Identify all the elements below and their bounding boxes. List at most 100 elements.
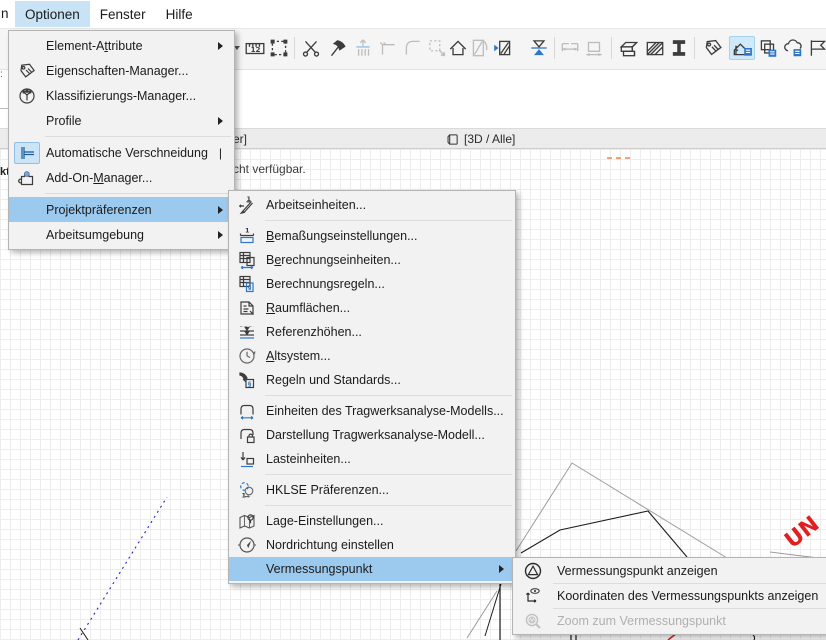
toolbar-separator [611,37,612,59]
structural-display-icon [229,425,265,445]
hatch-button[interactable] [643,36,667,60]
menu-item-element-attribute[interactable]: Element-Attribute [9,33,234,58]
profile-ibeam-button[interactable] [667,36,691,60]
menu-item-legacy[interactable]: Altsystem... [229,344,515,368]
load-units-icon [229,449,265,469]
north-compass-icon [229,535,265,555]
dimension-linear-button[interactable] [558,36,582,60]
menu-item-project-preferences[interactable]: Projektpräferenzen [9,197,234,222]
copy-properties-button[interactable] [756,36,780,60]
status-message-partial: cht verfügbar. [233,162,306,176]
menu-item-reference-levels[interactable]: Referenzhöhen... [229,320,515,344]
door-button[interactable] [468,36,492,60]
menu-separator [553,583,826,584]
menu-item-show-survey-point[interactable]: Vermessungspunkt anzeigen [513,560,826,582]
menubar-item-optionen[interactable]: Optionen [15,1,90,27]
calculation-units-icon [229,250,265,270]
tab-3d-label: [3D / Alle] [464,132,515,146]
menu-item-zoom-to-survey-point[interactable]: Zoom zum Vermessungspunkt [513,610,826,632]
auto-intersection-icon [14,142,40,164]
menu-item-structural-analysis-display[interactable]: Darstellung Tragwerksanalyse-Modell... [229,423,515,447]
dimension-settings-icon: 1 [229,226,265,246]
svg-text:1: 1 [242,492,247,500]
toolbar-separator [294,37,295,59]
menubar-item-fenster[interactable]: Fenster [90,1,156,27]
menu-item-load-units[interactable]: Lasteinheiten... [229,447,515,471]
toolbar-separator [694,37,695,59]
menu-item-working-units[interactable]: 1 Arbeitseinheiten... [229,193,515,217]
tag-button[interactable] [701,36,725,60]
red-site-label: UN [780,512,824,554]
trim-corner-button[interactable] [376,36,400,60]
svg-text:1: 1 [245,227,250,235]
merge-elements-button[interactable] [527,36,551,60]
split-panel-button[interactable] [491,36,515,60]
project-preferences-submenu: 1 Arbeitseinheiten... 1 Bemaßungseinstel… [228,190,516,584]
flag-button[interactable] [806,36,826,60]
3d-box-icon [446,133,459,146]
gray-roof-outline[interactable] [516,463,727,558]
classification-tree-icon [9,86,45,106]
brick-construction-button[interactable] [617,36,641,60]
dimension-units-button[interactable]: 12 [243,36,267,60]
submenu-arrow-icon [218,42,234,50]
menu-item-structural-analysis-units[interactable]: Einheiten des Tragwerksanalyse-Modells..… [229,399,515,423]
dimension-box-button[interactable] [582,36,606,60]
menu-separator [553,608,826,609]
gray-diagonal-line[interactable] [467,591,497,638]
survey-coordinates-icon [513,586,553,606]
menu-bar: n Optionen Fenster Hilfe [0,0,826,28]
menu-item-mep-preferences[interactable]: 1 HKLSE Präferenzen... [229,478,515,502]
tag-icon [9,61,45,81]
menubar-item-hilfe[interactable]: Hilfe [156,1,203,27]
menu-item-show-survey-coordinates[interactable]: Koordinaten des Vermessungspunkts anzeig… [513,585,826,607]
fillet-button[interactable] [401,36,425,60]
menu-item-zones[interactable]: Raumflächen... [229,296,515,320]
roof-button[interactable] [446,36,470,60]
blue-dashed-guide-line[interactable] [78,497,167,640]
working-units-icon: 1 [229,195,265,215]
tab-floorplan-partial[interactable]: er] [233,129,247,149]
svg-text:§: § [248,284,252,292]
menu-separator [45,136,231,137]
svg-text:12: 12 [251,45,261,54]
submenu-arrow-icon [218,117,234,125]
axe-button[interactable] [325,36,349,60]
scissors-button[interactable] [299,36,323,60]
shortcut-label: | [219,146,234,160]
survey-point-flyout: Vermessungspunkt anzeigen Koordinaten de… [512,557,826,635]
toolbar-separator [554,37,555,59]
legacy-clock-icon [229,346,265,366]
menu-item-calculation-units[interactable]: Berechnungseinheiten... [229,248,515,272]
rules-standards-icon: § [229,370,265,390]
marquee-button[interactable] [267,36,291,60]
menu-separator [45,193,231,194]
menubar-item-partial[interactable]: n [0,0,11,28]
survey-zoom-icon [513,611,553,631]
menu-item-property-manager[interactable]: Eigenschaften-Manager... [9,58,234,83]
mep-preferences-icon: 1 [229,480,265,500]
location-map-icon [229,511,265,531]
menu-item-set-north[interactable]: Nordrichtung einstellen [229,533,515,557]
menu-item-addon-manager[interactable]: Add-On-Manager... [9,165,234,190]
zones-icon [229,298,265,318]
archicad-window: n Optionen Fenster Hilfe 12 [0,0,826,640]
menu-item-location-settings[interactable]: Lage-Einstellungen... [229,509,515,533]
puzzle-icon [9,168,45,188]
scale-fragment-label: : [0,69,3,80]
menu-item-work-environment[interactable]: Arbeitsumgebung [9,222,234,247]
menu-item-calculation-rules[interactable]: § Berechnungsregeln... [229,272,515,296]
menu-separator [265,220,512,221]
adjust-elements-button[interactable] [351,36,375,60]
menu-item-dimension-settings[interactable]: 1 Bemaßungseinstellungen... [229,224,515,248]
menu-item-rules-standards[interactable]: § Regeln und Standards... [229,368,515,392]
menu-item-auto-intersection[interactable]: Automatische Verschneidung | [9,140,234,165]
renovation-filter-button[interactable] [729,36,755,60]
black-diagonal-line[interactable] [485,584,501,636]
menu-item-classification-manager[interactable]: Klassifizierungs-Manager... [9,83,234,108]
menu-item-survey-point[interactable]: Vermessungspunkt [229,557,515,581]
cloud-properties-button[interactable] [781,36,805,60]
tab-3d-view[interactable]: [3D / Alle] [446,129,515,149]
menu-separator [265,505,512,506]
menu-item-profile[interactable]: Profile [9,108,234,133]
